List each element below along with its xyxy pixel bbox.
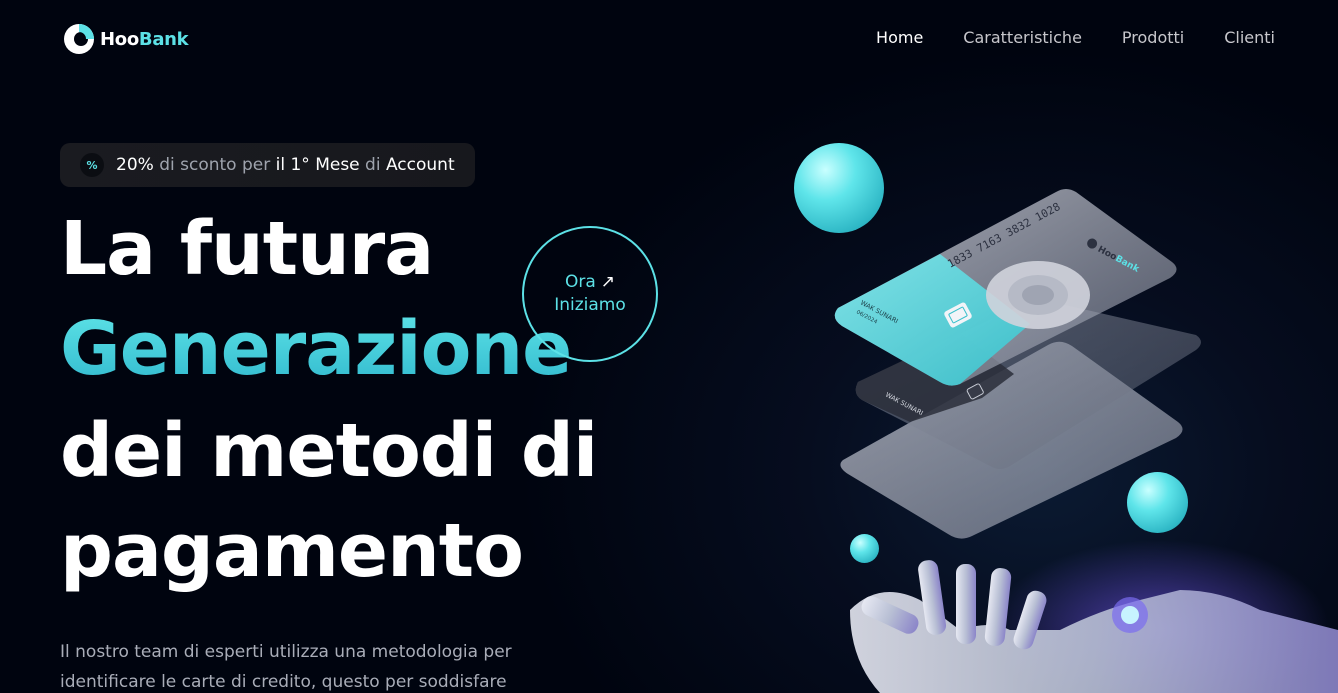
percent-icon: % [80, 153, 104, 177]
cta-label-line-1: Ora [564, 272, 596, 292]
nav-clienti[interactable]: Clienti [1224, 28, 1275, 47]
nav-caratteristiche[interactable]: Caratteristiche [963, 28, 1082, 47]
discount-text: 20% di sconto per il 1° Mese di Account [116, 155, 455, 175]
main-nav: Home Caratteristiche Prodotti Clienti [876, 28, 1275, 47]
brand-name: HooBank [100, 28, 189, 50]
robot-hand [850, 540, 1338, 693]
landing-page: HooBank Home Caratteristiche Prodotti Cl… [0, 0, 1338, 693]
get-started-button[interactable]: Ora ↗ Iniziamo [522, 226, 658, 362]
hero-description: Il nostro team di esperti utilizza una m… [60, 642, 512, 692]
hero-title-line-4: pagamento [60, 508, 524, 594]
hero-illustration: WAK SUNARI 1833 7163 3832 1028 HooBank W… [834, 189, 1338, 693]
cta-label-line-2: Iniziamo [554, 295, 626, 315]
hoobank-logo-icon [64, 24, 94, 54]
discount-badge: % 20% di sconto per il 1° Mese di Accoun… [60, 143, 475, 187]
decorative-sphere [1127, 472, 1188, 533]
hero-title-line-2: Generazione [60, 306, 572, 392]
brand-logo[interactable]: HooBank [62, 22, 189, 56]
arrow-up-right-icon: ↗ [600, 272, 616, 292]
decorative-sphere [850, 534, 879, 563]
nav-home[interactable]: Home [876, 28, 923, 47]
hero-title-line-3: dei metodi di [60, 408, 598, 494]
nav-prodotti[interactable]: Prodotti [1122, 28, 1184, 47]
hero-title-line-1: La futura [60, 206, 434, 292]
